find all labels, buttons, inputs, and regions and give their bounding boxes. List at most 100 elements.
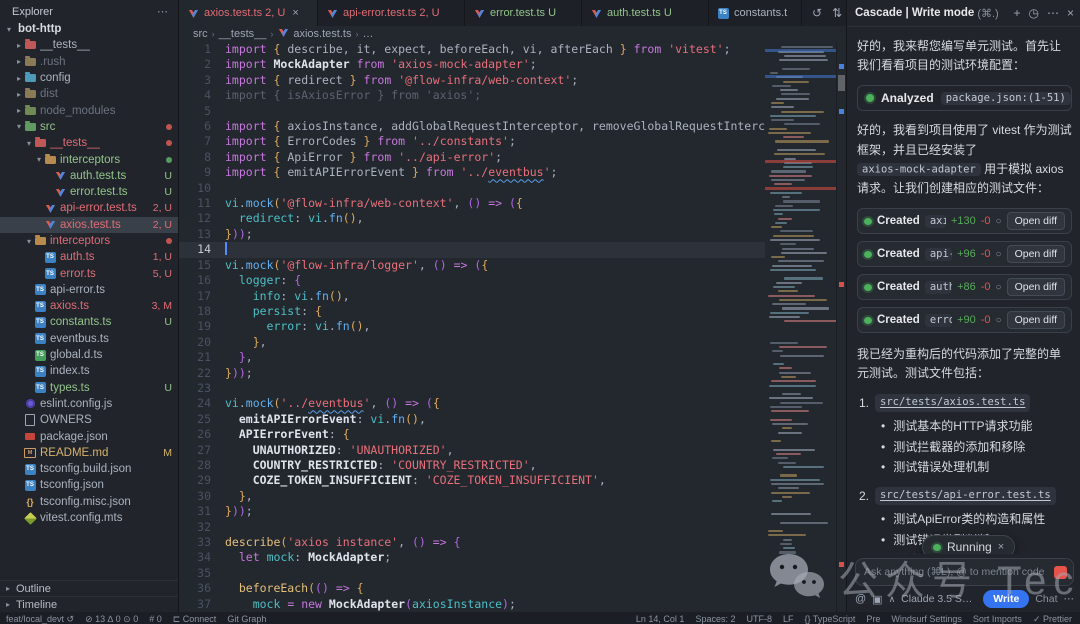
statusbar-item[interactable]: ⊘ 13 ∆ 0 ⊙ 0 — [85, 614, 138, 624]
history-icon[interactable]: ↺ — [812, 6, 822, 20]
tree-item-vitest-config-mts[interactable]: vitest.config.mts — [0, 510, 178, 526]
tree-item-axios-test-ts[interactable]: axios.test.ts2, U — [0, 217, 178, 233]
analyzed-row[interactable]: Analyzed package.json:(1-51) — [857, 85, 1072, 111]
tree-item-readme-md[interactable]: MREADME.mdM — [0, 445, 178, 461]
running-status-pill[interactable]: Running × — [922, 535, 1015, 554]
cascade-input-box[interactable] — [855, 558, 1074, 586]
tree-item-interceptors[interactable]: ▾interceptors — [0, 151, 178, 167]
model-selector[interactable]: Claude 3.5 Sonnet — [901, 593, 977, 605]
tree-item-tsconfig-build-json[interactable]: TStsconfig.build.json — [0, 461, 178, 477]
open-diff-button[interactable]: Open diff — [1007, 245, 1065, 263]
new-chat-icon[interactable]: + — [1013, 6, 1020, 20]
line-number: 31 — [179, 504, 225, 519]
tree-item-dist[interactable]: ▸dist — [0, 86, 178, 102]
tree-item-eventbus-ts[interactable]: TSeventbus.ts — [0, 331, 178, 347]
tree-item-index-ts[interactable]: TSindex.ts — [0, 363, 178, 379]
footer-more-icon[interactable]: ⋯ — [1064, 593, 1075, 605]
tree-item-axios-ts[interactable]: TSaxios.ts3, M — [0, 298, 178, 314]
file-chip[interactable]: axios. — [925, 215, 946, 228]
history-icon[interactable]: ◷ — [1029, 6, 1039, 20]
tab-api-error-test-ts[interactable]: api-error.test.ts 2, U — [318, 0, 465, 26]
breadcrumb-item[interactable]: src — [193, 28, 208, 40]
tree-item-bot-http[interactable]: ▾bot-http — [0, 21, 178, 37]
code-area[interactable]: 1import { describe, it, expect, beforeEa… — [179, 42, 765, 612]
statusbar-item[interactable]: ⊏ Connect — [173, 614, 217, 624]
statusbar-item[interactable]: {} TypeScript — [805, 614, 856, 624]
mention-icon[interactable]: @ — [855, 593, 866, 605]
write-mode-button[interactable]: Write — [983, 590, 1029, 608]
tree-item-auth-test-ts[interactable]: auth.test.tsU — [0, 168, 178, 184]
tree-item--rush[interactable]: ▸.rush — [0, 54, 178, 70]
test-file-link[interactable]: src/tests/axios.test.ts — [875, 394, 1030, 413]
tab-error-test-ts[interactable]: error.test.ts U — [465, 0, 582, 26]
tree-item-types-ts[interactable]: TStypes.tsU — [0, 380, 178, 396]
tree-item-package-json[interactable]: package.json — [0, 428, 178, 444]
file-chip[interactable]: api-err — [925, 248, 952, 261]
open-diff-button[interactable]: Open diff — [1007, 278, 1065, 296]
code-line-6: 6import { axiosInstance, addGlobalReques… — [179, 119, 765, 134]
stop-button[interactable] — [1054, 566, 1067, 579]
statusbar-item[interactable]: # 0 — [149, 614, 162, 624]
minimap[interactable] — [765, 42, 837, 612]
compare-icon[interactable]: ⇅ — [832, 6, 842, 20]
image-icon[interactable]: ▣ — [872, 593, 882, 606]
tree-item-eslint-config-js[interactable]: eslint.config.js — [0, 396, 178, 412]
tree-item-node-modules[interactable]: ▸node_modules — [0, 102, 178, 118]
statusbar-item[interactable]: Spaces: 2 — [695, 614, 735, 624]
breadcrumb-item[interactable]: __tests__ — [219, 28, 267, 40]
statusbar-item[interactable]: Pre — [866, 614, 880, 624]
tree-item-api-error-test-ts[interactable]: api-error.test.ts2, U — [0, 200, 178, 216]
tree-item-owners[interactable]: OWNERS — [0, 412, 178, 428]
open-diff-button[interactable]: Open diff — [1007, 212, 1065, 230]
file-chip[interactable]: auth.te — [925, 281, 952, 294]
tree-item-constants-ts[interactable]: TSconstants.tsU — [0, 314, 178, 330]
test-bullet: 测试拦截器的添加和移除 — [881, 439, 1072, 456]
tab-constants-t[interactable]: TSconstants.t — [709, 0, 802, 26]
open-diff-button[interactable]: Open diff — [1007, 311, 1065, 329]
scrollbar-handle[interactable] — [838, 75, 845, 91]
sidebar-section-timeline[interactable]: ▸Timeline — [0, 596, 178, 612]
tree-item-api-error-ts[interactable]: TSapi-error.ts — [0, 282, 178, 298]
sidebar-section-outline[interactable]: ▸Outline — [0, 580, 178, 596]
folder-icon — [24, 39, 36, 51]
test-file-item: 1.src/tests/axios.test.ts — [859, 394, 1072, 413]
close-tab-icon[interactable]: × — [292, 7, 298, 19]
tree-item-tsconfig-json[interactable]: TStsconfig.json — [0, 477, 178, 493]
tree-item-error-test-ts[interactable]: error.test.tsU — [0, 184, 178, 200]
statusbar-item[interactable]: Windsurf Settings — [891, 614, 962, 624]
tree-item-src[interactable]: ▾src — [0, 119, 178, 135]
tree-item--tests-[interactable]: ▾__tests__ — [0, 135, 178, 151]
statusbar-item[interactable]: Sort Imports — [973, 614, 1022, 624]
tree-item-interceptors[interactable]: ▾interceptors — [0, 233, 178, 249]
file-chip[interactable]: error.t — [925, 314, 952, 327]
tree-item-global-d-ts[interactable]: TSglobal.d.ts — [0, 347, 178, 363]
statusbar-item[interactable]: Git Graph — [227, 614, 266, 624]
code-text: vi.mock('../eventbus', () => ({ — [225, 396, 440, 411]
tree-item-tsconfig-misc-json[interactable]: {}tsconfig.misc.json — [0, 494, 178, 510]
tree-item--tests-[interactable]: ▸__tests__ — [0, 37, 178, 53]
breadcrumb-item[interactable]: … — [362, 28, 373, 40]
running-cancel-icon[interactable]: × — [998, 541, 1004, 553]
cascade-chat[interactable]: 好的，我来帮您编写单元测试。首先让我们看看项目的测试环境配置： Analyzed… — [847, 27, 1080, 554]
breadcrumb[interactable]: src›__tests__›axios.test.ts›… — [179, 26, 846, 42]
tree-item-error-ts[interactable]: TSerror.ts5, U — [0, 265, 178, 281]
minimap-line — [772, 303, 806, 305]
breadcrumb-item[interactable]: axios.test.ts — [293, 28, 351, 40]
statusbar-item[interactable]: Ln 14, Col 1 — [636, 614, 685, 624]
chevron-up-icon[interactable]: ∧ — [889, 594, 896, 605]
tree-item-auth-ts[interactable]: TSauth.ts1, U — [0, 249, 178, 265]
statusbar-item[interactable]: feat/local_devt ↺ — [6, 614, 74, 624]
test-file-link[interactable]: src/tests/api-error.test.ts — [875, 487, 1056, 506]
statusbar-item[interactable]: ✓ Prettier — [1033, 614, 1072, 624]
chat-mode-button[interactable]: Chat — [1035, 593, 1057, 605]
more-icon[interactable]: ⋯ — [1047, 6, 1059, 20]
analyzed-target-chip[interactable]: package.json:(1-51) — [941, 92, 1071, 105]
statusbar-item[interactable]: UTF-8 — [746, 614, 772, 624]
tree-item-config[interactable]: ▸config — [0, 70, 178, 86]
tab-auth-test-ts[interactable]: auth.test.ts U — [582, 0, 709, 26]
statusbar-item[interactable]: LF — [783, 614, 794, 624]
close-panel-icon[interactable]: × — [1067, 6, 1074, 20]
explorer-more-icon[interactable]: ⋯ — [157, 5, 168, 18]
cascade-input[interactable] — [862, 565, 1048, 579]
tab-axios-test-ts[interactable]: axios.test.ts 2, U× — [179, 0, 318, 26]
